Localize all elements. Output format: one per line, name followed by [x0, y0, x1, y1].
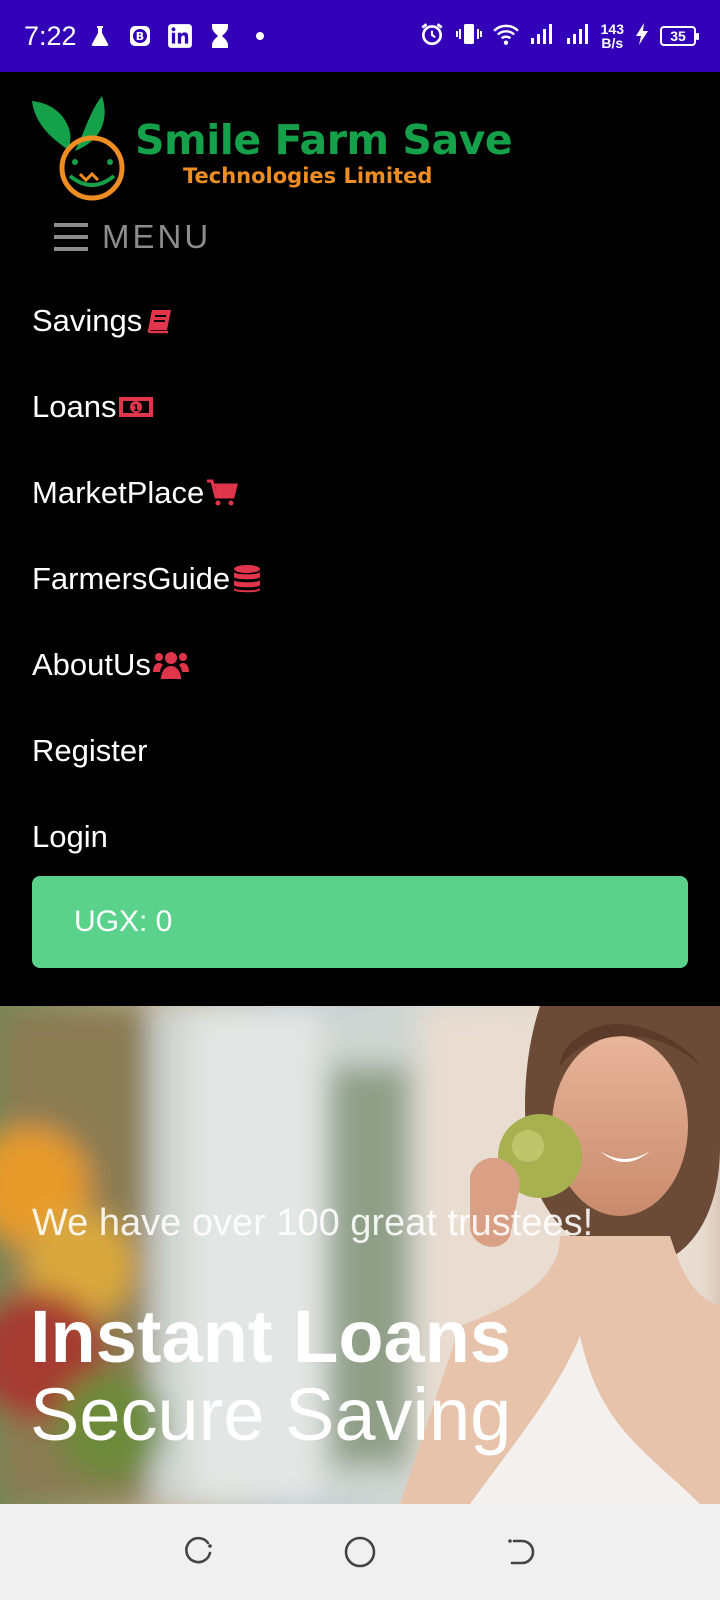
status-time: 7:22 — [24, 20, 77, 51]
brand-name: Smile Farm Save — [135, 116, 513, 164]
hourglass-icon — [207, 23, 233, 49]
nav-item-label: MarketPlace — [32, 475, 205, 510]
bitcoin-icon: B — [127, 23, 153, 49]
nav-item-label: Savings — [32, 303, 143, 338]
svg-text:1: 1 — [133, 404, 139, 414]
notification-icons: B — [87, 23, 273, 49]
users-icon — [152, 650, 189, 680]
system-nav-bar — [0, 1504, 720, 1600]
balance-label: UGX: 0 — [74, 905, 173, 938]
home-icon[interactable] — [330, 1522, 390, 1582]
vibrate-icon — [455, 21, 483, 52]
nav-item-farmersguide[interactable]: FarmersGuide — [32, 536, 692, 622]
net-speed: 143 B/s — [601, 22, 624, 50]
nav-item-label: Login — [32, 819, 108, 854]
svg-text:B: B — [135, 30, 143, 43]
flask-icon — [87, 23, 113, 49]
signal-icon — [529, 22, 555, 51]
hero-banner: We have over 100 great trustees! Instant… — [0, 1006, 720, 1504]
hamburger-icon — [54, 223, 88, 251]
wifi-icon — [492, 22, 519, 51]
signal-icon — [565, 22, 591, 51]
money-bill-icon: 1 — [118, 395, 154, 419]
status-bar: 7:22 B 143 B/s 35 — [0, 0, 720, 72]
nav-item-loans[interactable]: Loans 1 — [32, 364, 692, 450]
recents-icon[interactable] — [170, 1522, 230, 1582]
battery-indicator: 35 — [660, 26, 699, 46]
back-icon[interactable] — [490, 1522, 550, 1582]
alarm-icon — [419, 21, 445, 52]
nav-item-marketplace[interactable]: MarketPlace — [32, 450, 692, 536]
linkedin-icon — [167, 23, 193, 49]
main-nav: Savings Loans 1 MarketPlace FarmersGuide… — [32, 278, 692, 880]
nav-item-aboutus[interactable]: AboutUs — [32, 622, 692, 708]
nav-item-label: AboutUs — [32, 647, 151, 682]
hero-title-secondary: Secure Saving — [30, 1373, 512, 1456]
nav-item-register[interactable]: Register — [32, 708, 692, 794]
hero-title: Instant Loans — [30, 1295, 512, 1378]
cart-icon — [206, 479, 239, 507]
balance-button[interactable]: UGX: 0 — [32, 876, 688, 968]
dot-icon — [247, 23, 273, 49]
book-icon — [144, 307, 174, 335]
nav-item-label: Register — [32, 733, 148, 768]
database-icon — [232, 564, 262, 594]
site-header: Smile Farm Save Technologies Limited MEN… — [0, 72, 720, 1006]
net-speed-value: 143 — [600, 21, 624, 37]
charging-icon — [634, 22, 650, 51]
logo-emblem-icon — [32, 96, 125, 201]
brand-logo[interactable]: Smile Farm Save Technologies Limited — [30, 96, 513, 206]
system-icons: 143 B/s 35 — [419, 21, 699, 52]
menu-toggle-label: MENU — [102, 218, 212, 255]
nav-item-login[interactable]: Login — [32, 794, 692, 880]
nav-item-label: FarmersGuide — [32, 561, 231, 596]
net-speed-unit: B/s — [601, 35, 624, 51]
nav-item-savings[interactable]: Savings — [32, 278, 692, 364]
hero-subtitle: We have over 100 great trustees! — [32, 1202, 594, 1244]
brand-subtitle: Technologies Limited — [183, 164, 433, 188]
nav-item-label: Loans — [32, 389, 117, 424]
menu-toggle-button[interactable]: MENU — [54, 218, 211, 256]
